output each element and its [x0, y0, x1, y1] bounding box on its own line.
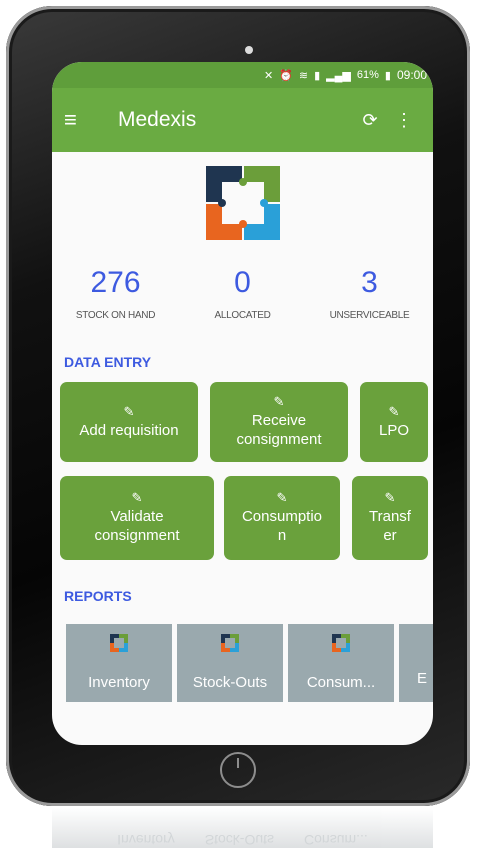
- button-label: Consumptio n: [241, 508, 323, 544]
- add-requisition-button[interactable]: ✎ Add requisition: [60, 382, 198, 462]
- report-logo-icon: [332, 634, 350, 652]
- report-label: Stock-Outs: [192, 674, 268, 691]
- stat-allocated[interactable]: 0 ALLOCATED: [179, 266, 306, 321]
- button-label: Transf er: [369, 508, 411, 544]
- report-tile-consumption[interactable]: Consum...: [288, 624, 394, 702]
- stat-value: 3: [361, 266, 378, 299]
- reports-heading: REPORTS: [64, 588, 132, 604]
- report-tile-partial[interactable]: E: [399, 624, 433, 702]
- sync-icon[interactable]: ⟳: [353, 110, 387, 131]
- reflection-text: Consum...: [304, 832, 368, 848]
- menu-icon[interactable]: ≡: [64, 107, 104, 133]
- edit-icon: ✎: [123, 403, 135, 419]
- screen-reflection: Inventory Stock-Outs Consum...: [52, 808, 433, 848]
- more-vert-icon[interactable]: ⋮: [387, 110, 421, 131]
- battery-icon: ▮: [384, 69, 391, 82]
- stat-value: 276: [90, 266, 141, 299]
- button-label: Add requisition: [79, 421, 179, 439]
- report-logo-icon: [221, 634, 239, 652]
- app-bar: ≡ Medexis ⟳ ⋮: [52, 88, 433, 152]
- edit-icon: ✎: [276, 490, 288, 505]
- edit-icon: ✎: [273, 394, 285, 409]
- stat-stock-on-hand[interactable]: 276 STOCK ON HAND: [52, 266, 179, 321]
- report-tile-inventory[interactable]: Inventory: [66, 624, 172, 702]
- report-label: Inventory: [88, 674, 150, 691]
- battery-level: 61%: [356, 69, 379, 81]
- app-logo: [206, 166, 280, 240]
- button-label: Receive consignment: [236, 412, 322, 448]
- receive-consignment-button[interactable]: ✎ Receive consignment: [210, 382, 348, 462]
- sim-icon: ▮: [314, 69, 321, 82]
- data-entry-heading: DATA ENTRY: [64, 354, 152, 370]
- transfer-button[interactable]: ✎ Transf er: [352, 476, 428, 560]
- report-tile-stock-outs[interactable]: Stock-Outs: [177, 624, 283, 702]
- button-label: Validate consignment: [94, 508, 180, 544]
- stat-value: 0: [234, 266, 251, 299]
- wifi-icon: ≋: [298, 69, 309, 82]
- stat-label: ALLOCATED: [214, 310, 271, 321]
- consumption-button[interactable]: ✎ Consumptio n: [224, 476, 340, 560]
- lpo-button[interactable]: ✎ LPO: [360, 382, 428, 462]
- app-screen: ✕ ⏰ ≋ ▮ ▂▄▆ 61% ▮ 09:00 ≡ Medexis ⟳ ⋮ 27…: [52, 62, 433, 745]
- mute-icon: ✕: [263, 69, 274, 82]
- edit-icon: ✎: [131, 490, 143, 505]
- stat-label: STOCK ON HAND: [75, 310, 156, 321]
- report-label: Consum...: [306, 674, 376, 691]
- status-bar: ✕ ⏰ ≋ ▮ ▂▄▆ 61% ▮ 09:00: [52, 62, 433, 88]
- report-logo-icon: [110, 634, 128, 652]
- power-button-icon[interactable]: [220, 752, 256, 788]
- reflection-text: Inventory: [117, 832, 175, 848]
- report-label: E: [417, 670, 428, 687]
- edit-icon: ✎: [384, 490, 396, 505]
- validate-consignment-button[interactable]: ✎ Validate consignment: [60, 476, 214, 560]
- app-title: Medexis: [118, 108, 197, 131]
- button-label: LPO: [378, 421, 409, 439]
- reflection-text: Stock-Outs: [204, 832, 275, 848]
- alarm-icon: ⏰: [279, 69, 293, 82]
- status-time: 09:00: [396, 68, 427, 82]
- stat-label: UNSERVICEABLE: [329, 310, 410, 321]
- edit-icon: ✎: [388, 403, 400, 419]
- signal-icon: ▂▄▆: [326, 69, 351, 82]
- camera-dot: [245, 46, 253, 54]
- stat-unserviceable[interactable]: 3 UNSERVICEABLE: [306, 266, 433, 321]
- stats-row: 276 STOCK ON HAND 0 ALLOCATED 3 UNSERVIC…: [52, 266, 433, 321]
